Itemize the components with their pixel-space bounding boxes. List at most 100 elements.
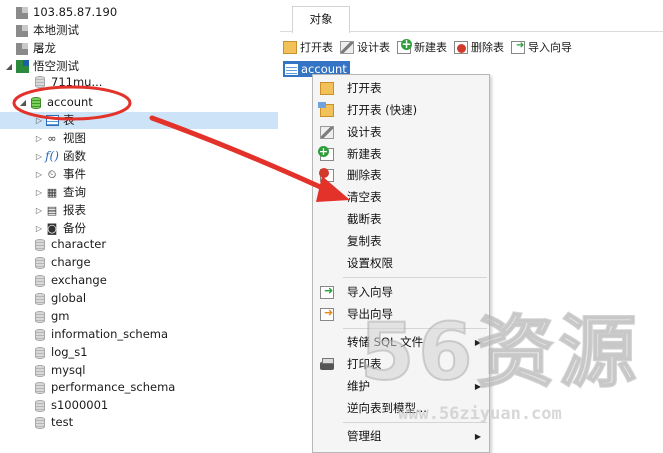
database-label: information_schema (51, 327, 169, 341)
navigation-tree: 103.85.87.190 本地测试 屠龙 ◢ 悟空测试 711mu... ◢ … (0, 0, 278, 453)
tree-database[interactable]: mysql (22, 362, 86, 379)
menu-item-open-table[interactable]: 打开表 (313, 77, 489, 99)
database-label: performance_schema (51, 380, 176, 394)
tree-database[interactable]: information_schema (22, 326, 168, 343)
new-table-icon (397, 38, 412, 54)
menu-item-maintain[interactable]: 维护 ▶ (313, 375, 489, 397)
collapse-arrow-icon[interactable]: ▷ (34, 130, 44, 147)
expand-arrow-icon[interactable]: ◢ (18, 94, 28, 111)
tree-connection-2[interactable]: 本地测试 (4, 22, 79, 39)
menu-item-design-table[interactable]: 设计表 (313, 121, 489, 143)
menu-item-label: 设置权限 (347, 256, 393, 270)
view-icon: ∞ (47, 132, 57, 145)
tree-node-views[interactable]: ▷ ∞ 视图 (34, 130, 86, 147)
tree-connection-3[interactable]: 屠龙 (4, 40, 56, 57)
menu-item-copy-table[interactable]: 复制表 (313, 230, 489, 252)
connection-label: 103.85.87.190 (33, 5, 118, 19)
design-table-button[interactable]: 设计表 (340, 39, 390, 55)
node-label: 查询 (63, 185, 86, 199)
delete-table-button[interactable]: 删除表 (454, 39, 504, 55)
database-icon (32, 326, 48, 343)
tree-database[interactable]: charge (22, 254, 91, 271)
menu-item-label: 导出向导 (347, 307, 393, 321)
collapse-arrow-icon[interactable]: ▷ (34, 112, 44, 129)
open-table-button[interactable]: 打开表 (283, 39, 333, 55)
menu-item-label: 截断表 (347, 212, 382, 226)
menu-item-manage-group[interactable]: 管理组 ▶ (313, 425, 489, 447)
expand-arrow-icon[interactable]: ◢ (4, 58, 14, 75)
collapse-arrow-icon[interactable]: ▷ (34, 166, 44, 183)
menu-item-truncate-table[interactable]: 截断表 (313, 208, 489, 230)
tree-database-account[interactable]: ◢ account (18, 94, 93, 111)
event-icon: ⏲ (47, 168, 57, 181)
function-icon: f() (45, 149, 59, 163)
menu-item-label: 导入向导 (347, 285, 393, 299)
menu-item-new-table[interactable]: 新建表 (313, 143, 489, 165)
menu-item-export-wizard[interactable]: 导出向导 (313, 303, 489, 325)
menu-item-label: 打开表 (347, 81, 382, 95)
submenu-arrow-icon: ▶ (474, 337, 481, 347)
open-table-fast-icon (318, 101, 334, 117)
tree-database[interactable]: gm (22, 308, 70, 325)
database-label: account (47, 95, 93, 109)
backup-icon: ◙ (46, 222, 58, 235)
menu-item-label: 设计表 (347, 125, 382, 139)
database-label: gm (51, 309, 70, 323)
tree-connection-4[interactable]: ◢ 悟空测试 (4, 58, 79, 75)
database-icon (32, 308, 48, 325)
menu-separator (343, 328, 487, 329)
collapse-arrow-icon[interactable]: ▷ (34, 220, 44, 237)
tree-node-backups[interactable]: ▷ ◙ 备份 (34, 220, 86, 237)
import-wizard-button[interactable]: 导入向导 (511, 39, 572, 55)
menu-item-empty-table[interactable]: 清空表 (313, 186, 489, 208)
open-table-icon (283, 40, 297, 54)
menu-item-dump-sql[interactable]: 转储 SQL 文件 ▶ (313, 331, 489, 353)
connection-label: 悟空测试 (33, 59, 79, 73)
collapse-arrow-icon[interactable]: ▷ (34, 202, 44, 219)
design-table-label: 设计表 (357, 41, 390, 54)
database-icon (32, 272, 48, 289)
menu-item-label: 逆向表到模型... (347, 401, 427, 415)
connection-icon (14, 22, 30, 39)
tree-database[interactable]: performance_schema (22, 379, 175, 396)
menu-item-open-table-fast[interactable]: 打开表 (快速) (313, 99, 489, 121)
tree-database[interactable]: s1000001 (22, 397, 108, 414)
tree-node-tables[interactable]: ▷ 表 (0, 112, 278, 129)
database-label: test (51, 415, 74, 429)
tab-objects[interactable]: 对象 (292, 6, 350, 33)
tree-node-events[interactable]: ▷ ⏲ 事件 (34, 166, 86, 183)
database-icon (32, 397, 48, 414)
tree-database[interactable]: log_s1 (22, 344, 88, 361)
tree-node-queries[interactable]: ▷ ▦ 查询 (34, 184, 86, 201)
printer-icon (320, 358, 334, 370)
collapse-arrow-icon[interactable]: ▷ (34, 184, 44, 201)
tree-node-functions[interactable]: ▷ f() 函数 (34, 148, 86, 165)
database-label: global (51, 291, 87, 305)
connection-open-icon (14, 58, 30, 75)
database-label: 711mu... (51, 76, 103, 88)
delete-table-label: 删除表 (471, 41, 504, 54)
delete-table-icon (454, 40, 468, 54)
tree-partial-item[interactable]: 711mu... (22, 76, 102, 88)
connection-label: 屠龙 (33, 41, 56, 55)
menu-item-print-table[interactable]: 打印表 (313, 353, 489, 375)
import-wizard-icon (511, 40, 525, 54)
collapse-arrow-icon[interactable]: ▷ (34, 148, 44, 165)
design-table-icon (320, 125, 334, 139)
design-table-icon (340, 40, 354, 54)
tree-node-reports[interactable]: ▷ ▤ 报表 (34, 202, 86, 219)
tree-connection-1[interactable]: 103.85.87.190 (4, 4, 117, 21)
database-icon (32, 379, 48, 396)
database-icon (32, 414, 48, 431)
database-label: log_s1 (51, 345, 88, 359)
tree-database[interactable]: test (22, 414, 73, 431)
tree-database[interactable]: global (22, 290, 86, 307)
menu-item-reverse-to-model[interactable]: 逆向表到模型... (313, 397, 489, 419)
menu-item-delete-table[interactable]: 删除表 (313, 164, 489, 186)
menu-item-import-wizard[interactable]: 导入向导 (313, 281, 489, 303)
connection-icon (14, 4, 30, 21)
menu-item-set-permissions[interactable]: 设置权限 (313, 252, 489, 274)
new-table-button[interactable]: 新建表 (397, 38, 447, 55)
tree-database[interactable]: exchange (22, 272, 107, 289)
tree-database[interactable]: character (22, 236, 106, 253)
